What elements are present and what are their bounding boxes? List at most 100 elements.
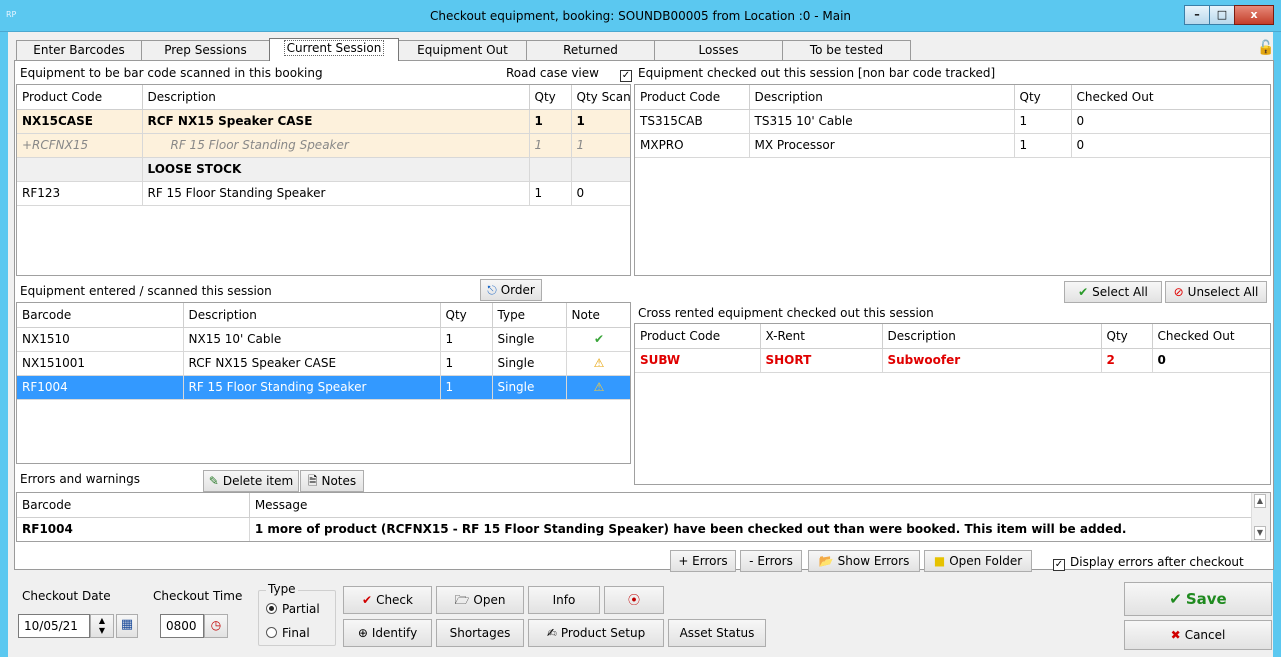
- minus-errors-button[interactable]: - Errors: [740, 550, 802, 572]
- column-header[interactable]: Barcode: [17, 493, 250, 518]
- tab-losses[interactable]: Losses: [654, 40, 783, 60]
- minimize-button[interactable]: –: [1184, 5, 1210, 25]
- delete-item-button[interactable]: ✎ Delete item: [203, 470, 299, 492]
- unselect-all-button[interactable]: ⊘ Unselect All: [1165, 281, 1267, 303]
- spin-down-icon[interactable]: ▼: [99, 626, 105, 635]
- tab-returned[interactable]: Returned: [526, 40, 655, 60]
- notes-button[interactable]: 🗎 Notes: [300, 470, 364, 492]
- tab-equipment-out[interactable]: Equipment Out: [398, 40, 527, 60]
- column-header[interactable]: X-Rent: [760, 324, 883, 349]
- check-button[interactable]: ✔ Check: [343, 586, 432, 614]
- calendar-icon[interactable]: ▦: [116, 614, 138, 638]
- cell: RF 15 Floor Standing Speaker: [142, 181, 530, 206]
- select-all-button[interactable]: ✔ Select All: [1064, 281, 1162, 303]
- scroll-up-icon[interactable]: ▲: [1254, 494, 1266, 508]
- tab-current-session[interactable]: Current Session: [269, 38, 399, 61]
- open-button[interactable]: 🗁 Open: [436, 586, 524, 614]
- identify-button[interactable]: ⊕ Identify: [343, 619, 432, 647]
- type-partial-radio[interactable]: Partial: [266, 602, 320, 616]
- close-button[interactable]: x: [1234, 5, 1274, 25]
- shortages-button[interactable]: Shortages: [436, 619, 524, 647]
- checkout-time-input[interactable]: 0800: [160, 614, 204, 638]
- column-header[interactable]: Description: [882, 324, 1102, 349]
- warning-icon: ⚠: [593, 356, 605, 370]
- table-row[interactable]: MXPRO MX Processor 1 0: [635, 133, 1270, 158]
- cell: ⚠: [566, 375, 630, 400]
- column-header[interactable]: Message: [249, 493, 1270, 518]
- booking-grid-label: Equipment to be bar code scanned in this…: [20, 66, 323, 80]
- type-final-radio[interactable]: Final: [266, 626, 310, 640]
- column-header[interactable]: Barcode: [17, 303, 184, 328]
- cell: 0: [1071, 133, 1270, 158]
- maximize-button[interactable]: □: [1209, 5, 1235, 25]
- plus-errors-button[interactable]: + Errors: [670, 550, 736, 572]
- column-header[interactable]: Product Code: [635, 85, 750, 110]
- order-button[interactable]: ⎋ Order: [480, 279, 542, 301]
- checkout-date-input[interactable]: 10/05/21: [18, 614, 90, 638]
- unselect-all-label: Unselect All: [1187, 285, 1259, 299]
- display-errors-checkbox[interactable]: ✓ Display errors after checkout: [1053, 555, 1244, 571]
- column-header[interactable]: Checked Out: [1152, 324, 1270, 349]
- column-header[interactable]: Product Code: [635, 324, 761, 349]
- cell: RF 15 Floor Standing Speaker: [183, 375, 441, 400]
- column-header[interactable]: Qty: [529, 85, 572, 110]
- cell: LOOSE STOCK: [142, 157, 530, 182]
- cell: ✔: [566, 327, 630, 352]
- lock-icon[interactable]: 🔓: [1257, 40, 1275, 58]
- radio-final: [266, 627, 277, 638]
- column-header[interactable]: Description: [749, 85, 1015, 110]
- column-header[interactable]: Qty: [1014, 85, 1072, 110]
- spin-up-icon[interactable]: ▲: [99, 616, 105, 625]
- tab-to-be-tested[interactable]: To be tested: [782, 40, 911, 60]
- save-button[interactable]: ✔ Save: [1124, 582, 1272, 616]
- table-row[interactable]: NX1510 NX15 10' Cable 1 Single ✔: [17, 327, 630, 352]
- table-row[interactable]: +RCFNX15 RF 15 Floor Standing Speaker 1 …: [17, 133, 630, 158]
- date-spinner[interactable]: ▲ ▼: [90, 614, 114, 638]
- table-header: Product Code Description Qty Qty Scanned: [17, 85, 630, 110]
- table-row[interactable]: RF1004 1 more of product (RCFNX15 - RF 1…: [17, 517, 1270, 541]
- cancel-button[interactable]: ✖ Cancel: [1124, 620, 1272, 650]
- record-icon[interactable]: ⦿: [604, 586, 664, 614]
- cross-rented-grid[interactable]: Product Code X-Rent Description Qty Chec…: [634, 323, 1271, 485]
- cell: SUBW: [635, 348, 761, 373]
- column-header[interactable]: Description: [142, 85, 530, 110]
- table-row[interactable]: NX151001 RCF NX15 Speaker CASE 1 Single …: [17, 351, 630, 376]
- tab-prep-sessions[interactable]: Prep Sessions: [141, 40, 270, 60]
- clock-icon[interactable]: ◷: [204, 614, 228, 638]
- tab-enter-barcodes[interactable]: Enter Barcodes: [16, 40, 142, 60]
- road-case-label: Road case view: [506, 66, 599, 80]
- asset-status-button[interactable]: Asset Status: [668, 619, 766, 647]
- road-case-checkbox[interactable]: ✓: [620, 66, 637, 82]
- product-setup-label: Product Setup: [560, 626, 646, 640]
- column-header[interactable]: Type: [492, 303, 567, 328]
- column-header[interactable]: Qty Scanned: [571, 85, 630, 110]
- table-row[interactable]: RF1004 RF 15 Floor Standing Speaker 1 Si…: [17, 375, 630, 400]
- notes-icon: 🗎: [307, 474, 318, 488]
- cell: 1: [571, 133, 630, 158]
- open-folder-button[interactable]: ■ Open Folder: [924, 550, 1032, 572]
- show-errors-button[interactable]: 📂 Show Errors: [808, 550, 920, 572]
- nonbarcode-grid[interactable]: Product Code Description Qty Checked Out…: [634, 84, 1271, 276]
- tab-current-session-label: Current Session: [283, 40, 385, 56]
- cell: 1: [440, 327, 493, 352]
- show-errors-icon: 📂: [818, 554, 834, 568]
- table-row[interactable]: LOOSE STOCK: [17, 157, 630, 182]
- column-header[interactable]: Checked Out: [1071, 85, 1270, 110]
- column-header[interactable]: Note: [566, 303, 630, 328]
- scanned-grid[interactable]: Barcode Description Qty Type Note NX1510…: [16, 302, 631, 464]
- column-header[interactable]: Description: [183, 303, 441, 328]
- table-row[interactable]: TS315CAB TS315 10' Cable 1 0: [635, 109, 1270, 134]
- table-row[interactable]: NX15CASE RCF NX15 Speaker CASE 1 1: [17, 109, 630, 134]
- product-setup-button[interactable]: ✍ Product Setup: [528, 619, 664, 647]
- table-row[interactable]: RF123 RF 15 Floor Standing Speaker 1 0: [17, 181, 630, 206]
- info-button[interactable]: Info: [528, 586, 600, 614]
- cell: TS315 10' Cable: [749, 109, 1015, 134]
- column-header[interactable]: Qty: [1101, 324, 1153, 349]
- table-row[interactable]: SUBW SHORT Subwoofer 2 0: [635, 348, 1270, 373]
- booking-grid[interactable]: Product Code Description Qty Qty Scanned…: [16, 84, 631, 276]
- scroll-down-icon[interactable]: ▼: [1254, 526, 1266, 540]
- column-header[interactable]: Qty: [440, 303, 493, 328]
- errors-grid[interactable]: Barcode Message RF1004 1 more of product…: [16, 492, 1271, 542]
- column-header[interactable]: Product Code: [17, 85, 143, 110]
- cell: [17, 157, 143, 182]
